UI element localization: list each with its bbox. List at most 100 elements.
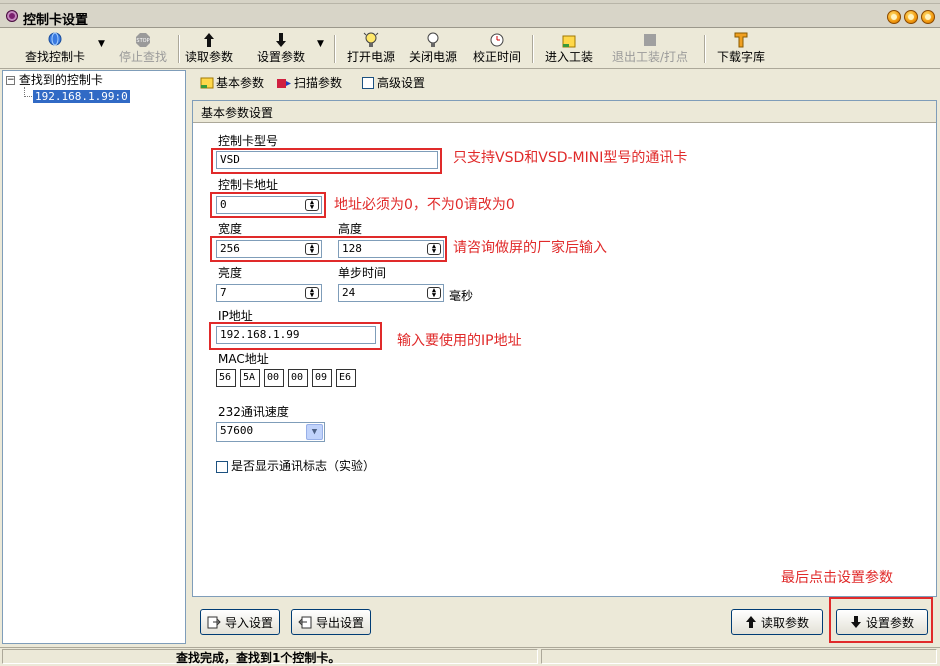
scan-params-icon xyxy=(277,78,291,88)
status-panel-secondary xyxy=(541,649,937,664)
tree-root-label: 查找到的控制卡 xyxy=(18,73,103,87)
annotation-final: 最后点击设置参数 xyxy=(781,570,893,586)
annotation-box-address xyxy=(210,192,326,218)
baud-rate-value: 57600 xyxy=(220,424,254,437)
step-time-field[interactable]: 24 ▲ ▼ xyxy=(338,284,444,302)
title-bar: 控制卡设置 xyxy=(0,4,940,28)
annotation-ip: 输入要使用的IP地址 xyxy=(397,333,522,349)
app-icon xyxy=(6,10,18,22)
tab-basic-label: 基本参数 xyxy=(216,76,265,90)
exit-factory-icon xyxy=(644,34,656,46)
read-params-button[interactable]: 读取参数 xyxy=(178,31,240,67)
step-time-value: 24 xyxy=(342,286,356,299)
stop-search-button[interactable]: STOP 停止查找 xyxy=(116,31,170,67)
power-off-button[interactable]: 关闭电源 xyxy=(404,31,462,67)
set-params-dropdown-icon[interactable]: ▼ xyxy=(317,39,324,49)
status-bar: 查找完成，查找到1个控制卡。 xyxy=(0,647,940,665)
annotation-box-ip xyxy=(209,322,382,350)
tab-scan[interactable]: 扫描参数 xyxy=(276,74,342,91)
calibrate-time-label: 校正时间 xyxy=(472,50,521,64)
tab-scan-label: 扫描参数 xyxy=(294,76,343,90)
set-params-label: 设置参数 xyxy=(256,50,305,64)
tab-basic[interactable]: 基本参数 xyxy=(200,74,264,91)
tree-root[interactable]: − 查找到的控制卡 xyxy=(6,74,103,87)
annotation-size: 请咨询做屏的厂家后输入 xyxy=(453,240,607,256)
mac-octet[interactable]: 00 xyxy=(288,369,308,387)
tree-connector xyxy=(24,87,32,97)
show-log-option[interactable]: 是否显示通讯标志（实验） xyxy=(216,457,375,474)
minimize-button[interactable] xyxy=(887,10,901,24)
svg-text:STOP: STOP xyxy=(136,38,149,44)
basic-params-panel: 基本参数设置 控制卡型号 VSD 只支持VSD和VSD-MINI型号的通讯卡 控… xyxy=(192,100,937,597)
read-params-bottom-button[interactable]: 读取参数 xyxy=(731,609,823,635)
read-params-bottom-label: 读取参数 xyxy=(760,615,809,630)
toolbar-separator xyxy=(704,35,706,63)
tab-advanced-label: 高级设置 xyxy=(377,76,426,90)
annotation-box-final xyxy=(829,597,933,643)
arrow-down-icon xyxy=(276,33,286,47)
brightness-value: 7 xyxy=(220,286,227,299)
card-model-label: 控制卡型号 xyxy=(218,134,279,148)
bulb-off-icon xyxy=(427,32,439,47)
exit-factory-button[interactable]: 退出工装/打点 xyxy=(604,31,696,67)
show-log-checkbox[interactable] xyxy=(216,460,228,473)
mac-address-label: MAC地址 xyxy=(218,352,269,366)
arrow-up-icon xyxy=(204,33,214,47)
enter-factory-button[interactable]: 进入工装 xyxy=(540,31,598,67)
search-card-button[interactable]: 查找控制卡 xyxy=(20,31,90,67)
import-label: 导入设置 xyxy=(224,615,273,630)
stop-search-label: 停止查找 xyxy=(118,50,167,64)
tree-item-card[interactable]: 192.168.1.99:0 xyxy=(33,90,130,103)
status-text: 查找完成，查找到1个控制卡。 xyxy=(176,651,341,665)
bottom-button-bar: 导入设置 导出设置 读取参数 设置参数 xyxy=(192,597,937,645)
step-time-label: 单步时间 xyxy=(338,266,387,280)
mac-octet[interactable]: 56 xyxy=(216,369,236,387)
tab-advanced[interactable]: 高级设置 xyxy=(362,74,425,91)
toolbar-separator xyxy=(334,35,336,63)
factory-icon xyxy=(562,35,576,48)
close-button[interactable] xyxy=(921,10,935,24)
baud-rate-label: 232通讯速度 xyxy=(218,405,289,419)
brightness-field[interactable]: 7 ▲ ▼ xyxy=(216,284,322,302)
download-font-button[interactable]: 下载字库 xyxy=(712,31,770,67)
tree-collapse-icon[interactable]: − xyxy=(6,76,15,85)
calibrate-time-button[interactable]: 校正时间 xyxy=(468,31,526,67)
card-tree-panel: − 查找到的控制卡 192.168.1.99:0 xyxy=(2,70,186,644)
power-on-button[interactable]: 打开电源 xyxy=(342,31,400,67)
export-settings-button[interactable]: 导出设置 xyxy=(291,609,371,635)
spin-icon[interactable]: ▲ ▼ xyxy=(427,287,441,299)
bulb-on-icon xyxy=(363,32,379,47)
font-icon xyxy=(734,32,748,48)
mac-octet[interactable]: 00 xyxy=(264,369,284,387)
enter-factory-label: 进入工装 xyxy=(544,50,593,64)
width-label: 宽度 xyxy=(218,222,243,236)
search-dropdown-icon[interactable]: ▼ xyxy=(98,39,105,49)
arrow-up-icon xyxy=(745,616,756,628)
clock-icon xyxy=(490,33,504,47)
card-address-label: 控制卡地址 xyxy=(218,178,279,192)
chevron-down-icon[interactable]: ▼ xyxy=(306,424,323,440)
baud-rate-select[interactable]: 57600 ▼ xyxy=(216,422,325,442)
download-font-label: 下载字库 xyxy=(716,50,765,64)
power-off-label: 关闭电源 xyxy=(408,50,457,64)
spin-icon[interactable]: ▲ ▼ xyxy=(305,287,319,299)
step-time-unit: 毫秒 xyxy=(449,289,474,303)
mac-octet[interactable]: 5A xyxy=(240,369,260,387)
advanced-checkbox[interactable] xyxy=(362,76,374,89)
toolbar-separator xyxy=(532,35,534,63)
import-settings-button[interactable]: 导入设置 xyxy=(200,609,280,635)
maximize-button[interactable] xyxy=(904,10,918,24)
annotation-address: 地址必须为0，不为0请改为0 xyxy=(334,197,515,213)
panel-header: 基本参数设置 xyxy=(193,101,936,123)
annotation-box-size xyxy=(210,236,447,262)
mac-octet[interactable]: 09 xyxy=(312,369,332,387)
export-icon xyxy=(298,616,312,629)
exit-factory-label: 退出工装/打点 xyxy=(611,50,689,64)
read-params-label: 读取参数 xyxy=(184,50,233,64)
power-on-label: 打开电源 xyxy=(346,50,395,64)
toolbar: 查找控制卡 ▼ STOP 停止查找 读取参数 设置参数 ▼ 打开电源 关闭电源 … xyxy=(0,29,940,69)
mac-octet[interactable]: E6 xyxy=(336,369,356,387)
mac-address-fields: 56 5A 00 00 09 E6 xyxy=(216,369,366,387)
brightness-label: 亮度 xyxy=(218,266,243,280)
set-params-button[interactable]: 设置参数 xyxy=(250,31,312,67)
